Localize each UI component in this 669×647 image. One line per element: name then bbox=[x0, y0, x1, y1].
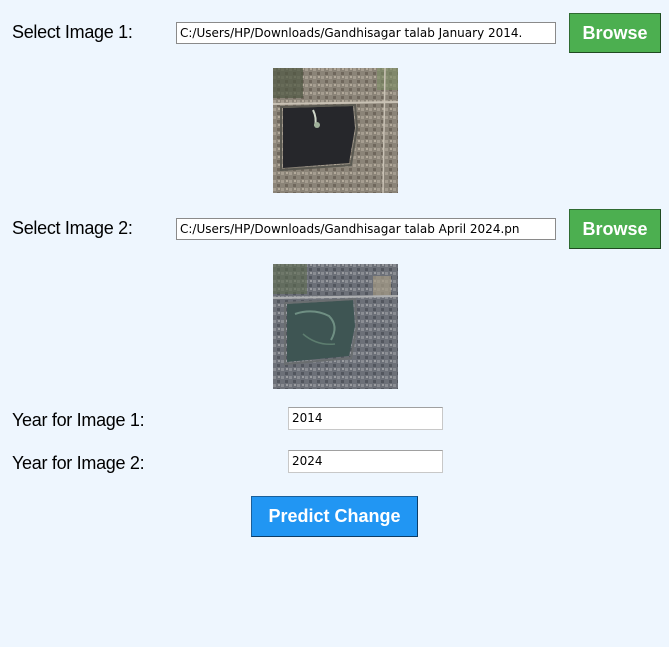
image-2-path-field[interactable]: C:/Users/HP/Downloads/Gandhisagar talab … bbox=[176, 218, 556, 240]
predict-change-button[interactable]: Predict Change bbox=[251, 496, 418, 537]
select-image-2-label: Select Image 2: bbox=[12, 218, 133, 238]
browse-image-2-button[interactable]: Browse bbox=[569, 209, 661, 249]
select-image-1-label: Select Image 1: bbox=[12, 22, 133, 42]
year-image-2-label: Year for Image 2: bbox=[12, 453, 145, 473]
year-image-1-input[interactable]: 2014 bbox=[288, 407, 443, 430]
image-2-thumbnail bbox=[273, 264, 398, 389]
year-image-1-label: Year for Image 1: bbox=[12, 410, 145, 430]
browse-image-1-button[interactable]: Browse bbox=[569, 13, 661, 53]
year-image-2-input[interactable]: 2024 bbox=[288, 450, 443, 473]
image-1-thumbnail bbox=[273, 68, 398, 193]
image-1-path-field[interactable]: C:/Users/HP/Downloads/Gandhisagar talab … bbox=[176, 22, 556, 44]
